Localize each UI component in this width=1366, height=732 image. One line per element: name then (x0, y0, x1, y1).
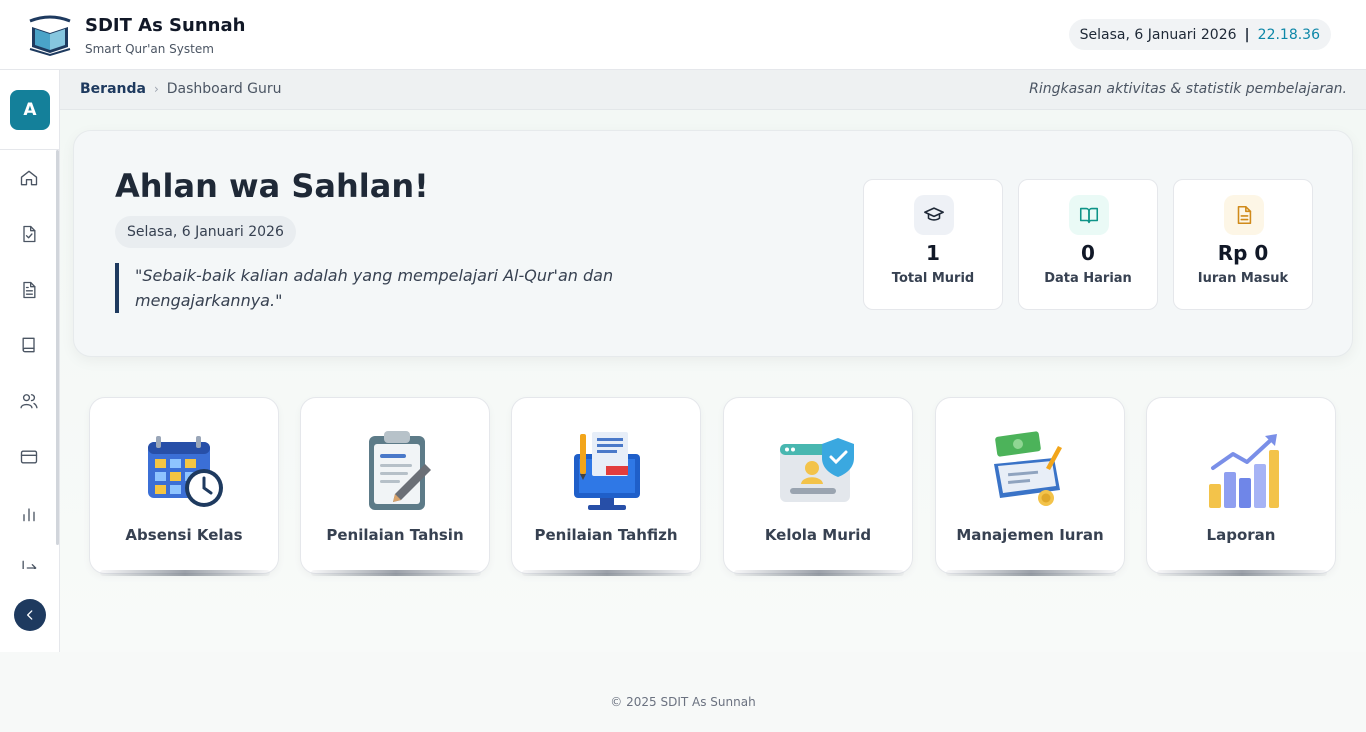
card-accent-bar (522, 570, 692, 576)
money-check-icon (994, 431, 1062, 506)
stat-icon-wrap (914, 195, 954, 235)
stat-label: Iuran Masuk (1197, 271, 1289, 286)
file-check-icon (23, 225, 36, 243)
top-header: SDIT As Sunnah Smart Qur'an System Selas… (0, 0, 1366, 70)
clipboard-icon (369, 431, 431, 510)
stat-value: Rp 0 (1217, 241, 1269, 265)
card-accent-bar (311, 570, 481, 576)
breadcrumb-current: Dashboard Guru (166, 81, 282, 97)
welcome-title: Ahlan wa Sahlan! (115, 167, 429, 205)
book-icon (22, 337, 35, 353)
stat-card-iuran-masuk: Rp 0 Iuran Masuk (1173, 179, 1313, 310)
sidebar-scrollbar[interactable] (56, 150, 59, 545)
menu-card-manajemen-iuran[interactable]: Manajemen Iuran (935, 397, 1125, 576)
datetime-separator: | (1244, 26, 1250, 43)
page-description: Ringkasan aktivitas & statistik pembelaj… (1029, 81, 1347, 97)
stat-value: 0 (1081, 241, 1095, 265)
stat-card-data-harian: 0 Data Harian (1018, 179, 1158, 310)
stat-icon-wrap (1069, 195, 1109, 235)
sidebar-item-students[interactable] (14, 386, 44, 416)
welcome-date-badge: Selasa, 6 Januari 2026 (115, 216, 296, 248)
app-title: SDIT As Sunnah (85, 15, 246, 36)
menu-card-penilaian-tahfizh[interactable]: Penilaian Tahfizh (511, 397, 701, 576)
chevron-left-icon (27, 610, 33, 620)
menu-card-label: Absensi Kelas (125, 526, 243, 544)
menu-card-label: Laporan (1206, 526, 1276, 544)
menu-card-kelola-murid[interactable]: Kelola Murid (723, 397, 913, 576)
stat-label: Total Murid (891, 271, 975, 286)
bar-chart-icon (1209, 434, 1279, 508)
collapse-sidebar-button[interactable] (14, 599, 46, 631)
receipt-icon (1237, 205, 1252, 225)
document-icon (23, 281, 36, 299)
card-accent-bar (946, 570, 1116, 576)
logout-icon (22, 560, 37, 569)
calendar-clock-icon (148, 436, 223, 507)
menu-card-penilaian-tahsin[interactable]: Penilaian Tahsin (300, 397, 490, 576)
breadcrumb-home-link[interactable]: Beranda (80, 81, 146, 97)
card-icon (20, 450, 38, 464)
breadcrumb-chevron-icon: › (153, 82, 159, 96)
chart-icon (23, 508, 35, 522)
sidebar-item-logout[interactable] (14, 555, 44, 569)
welcome-panel: Ahlan wa Sahlan! Selasa, 6 Januari 2026 … (73, 130, 1353, 357)
card-accent-bar (100, 570, 270, 576)
stat-card-total-murid: 1 Total Murid (863, 179, 1003, 310)
sidebar-divider (0, 149, 60, 150)
sidebar-item-books[interactable] (14, 330, 44, 360)
sidebar-item-home[interactable] (14, 163, 44, 193)
welcome-quote: "Sebaik-baik kalian adalah yang mempelaj… (115, 263, 615, 313)
card-accent-bar (734, 570, 904, 576)
sidebar: A (0, 70, 60, 652)
datetime-display: Selasa, 6 Januari 2026 | 22.18.36 (1068, 19, 1331, 50)
card-accent-bar (1157, 570, 1327, 576)
monitor-document-icon (574, 432, 640, 510)
stat-value: 1 (926, 241, 940, 265)
school-logo-icon (29, 15, 71, 57)
sidebar-item-documents[interactable] (14, 275, 44, 305)
sidebar-item-payments[interactable] (14, 442, 44, 472)
menu-card-laporan[interactable]: Laporan (1146, 397, 1336, 576)
user-browser-icon (780, 438, 854, 502)
users-icon (20, 394, 38, 409)
graduation-cap-icon (924, 207, 944, 221)
home-icon (20, 170, 38, 186)
breadcrumb: Beranda › Dashboard Guru (80, 81, 282, 97)
main-content: Ahlan wa Sahlan! Selasa, 6 Januari 2026 … (60, 110, 1366, 652)
stat-label: Data Harian (1044, 271, 1132, 286)
menu-card-absensi-kelas[interactable]: Absensi Kelas (89, 397, 279, 576)
current-date: Selasa, 6 Januari 2026 (1079, 26, 1237, 43)
menu-card-label: Manajemen Iuran (956, 526, 1104, 544)
open-book-icon (1079, 207, 1099, 224)
footer-copyright: © 2025 SDIT As Sunnah (610, 695, 756, 709)
menu-card-label: Kelola Murid (764, 526, 872, 544)
avatar[interactable]: A (10, 90, 50, 130)
sidebar-item-reports[interactable] (14, 499, 44, 529)
breadcrumb-bar: Beranda › Dashboard Guru Ringkasan aktiv… (60, 70, 1366, 110)
app-subtitle: Smart Qur'an System (85, 42, 214, 56)
current-time: 22.18.36 (1257, 26, 1320, 43)
sidebar-item-attendance[interactable] (14, 219, 44, 249)
menu-card-label: Penilaian Tahfizh (534, 526, 678, 544)
menu-card-label: Penilaian Tahsin (326, 526, 464, 544)
stat-icon-wrap (1224, 195, 1264, 235)
